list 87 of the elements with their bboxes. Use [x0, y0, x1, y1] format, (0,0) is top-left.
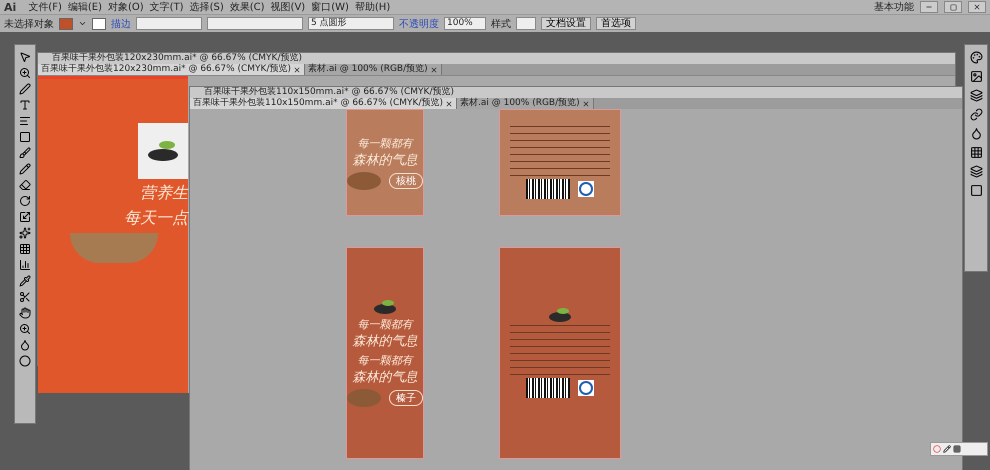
grid-icon[interactable]	[19, 243, 31, 255]
nut-logo-icon	[146, 140, 180, 162]
style-label: 样式	[491, 18, 511, 30]
droplet-icon[interactable]	[19, 339, 31, 351]
selection-status: 未选择对象	[4, 18, 54, 30]
selection-arrow-icon[interactable]	[19, 51, 31, 63]
brush-icon[interactable]	[19, 147, 31, 159]
pencil-icon[interactable]	[19, 163, 31, 175]
slogan-text: 每一颗都有	[358, 352, 412, 368]
menu-item[interactable]: 视图(V)	[270, 0, 306, 14]
sparkle-icon[interactable]	[19, 227, 31, 239]
product-name: 核桃	[389, 172, 423, 188]
caret-icon[interactable]	[78, 19, 87, 28]
close-icon[interactable]	[582, 100, 590, 108]
barcode-icon	[526, 378, 570, 398]
palette-icon[interactable]	[970, 51, 982, 64]
stroke-link[interactable]: 描边	[111, 16, 131, 30]
menu-item[interactable]: 文字(T)	[150, 0, 184, 14]
menu-item[interactable]: 帮助(H)	[354, 0, 390, 14]
grid-icon[interactable]	[953, 445, 961, 453]
workspace-switcher[interactable]: 基本功能	[874, 0, 914, 14]
brush-field[interactable]: 5 点圆形	[308, 17, 394, 30]
menu-item[interactable]: 窗口(W)	[311, 0, 349, 14]
grid-icon[interactable]	[970, 146, 982, 159]
lines-icon[interactable]	[19, 115, 31, 127]
image-icon[interactable]	[970, 70, 982, 83]
certification-mark-icon	[578, 380, 594, 396]
rotate-icon[interactable]	[19, 195, 31, 207]
menu-item[interactable]: 效果(C)	[230, 0, 265, 14]
document-tab[interactable]: 百果味干果外包装110x150mm.ai* @ 66.67% (CMYK/预览)	[190, 98, 457, 109]
close-icon[interactable]	[293, 66, 301, 74]
nut-photo-placeholder	[347, 172, 381, 190]
slogan-text: 森林的气息	[352, 152, 418, 168]
slogan-text: 营养生	[140, 183, 188, 204]
slogan-text: 每一颗都有	[358, 136, 412, 150]
magnifier-icon[interactable]	[19, 67, 31, 79]
link-icon[interactable]	[970, 108, 982, 121]
document-title: 百果味干果外包装110x150mm.ai* @ 66.67% (CMYK/预览)	[190, 87, 962, 98]
slogan-text: 每一颗都有	[358, 316, 412, 332]
opacity-field[interactable]: 100%	[444, 17, 486, 30]
pen-icon[interactable]	[19, 83, 31, 95]
document-tab[interactable]: 素材.ai @ 100% (RGB/预览)	[457, 98, 594, 109]
zoom-icon[interactable]	[19, 323, 31, 335]
document-tab[interactable]: 百果味干果外包装120x230mm.ai* @ 66.67% (CMYK/预览)	[38, 64, 305, 75]
type-icon[interactable]	[19, 99, 31, 111]
eraser-icon[interactable]	[19, 179, 31, 191]
fill-swatch[interactable]	[59, 18, 73, 30]
rectangle-icon[interactable]	[19, 131, 31, 143]
style-field[interactable]	[516, 17, 536, 30]
scissors-icon[interactable]	[19, 291, 31, 303]
product-name: 榛子	[389, 390, 423, 406]
stack-icon[interactable]	[970, 165, 982, 178]
stroke-swatch[interactable]	[92, 18, 106, 30]
bar-chart-icon[interactable]	[19, 259, 31, 271]
maximize-icon	[950, 4, 956, 10]
certification-mark-icon	[578, 181, 594, 197]
maximize-button[interactable]	[944, 1, 962, 13]
menu-item[interactable]: 编辑(E)	[68, 0, 102, 14]
stroke-weight-field[interactable]	[136, 17, 202, 30]
close-button[interactable]	[968, 1, 986, 13]
close-icon	[973, 3, 981, 11]
pencil-icon[interactable]	[943, 445, 951, 453]
toolbar-button[interactable]: 文档设置	[541, 17, 591, 30]
menu-item[interactable]: 选择(S)	[190, 0, 224, 14]
scale-icon[interactable]	[19, 211, 31, 223]
opacity-link[interactable]: 不透明度	[399, 16, 439, 30]
document-tab[interactable]: 素材.ai @ 100% (RGB/预览)	[305, 64, 442, 75]
close-icon[interactable]	[430, 66, 438, 74]
app-logo: Ai	[4, 0, 16, 14]
droplet-icon[interactable]	[970, 127, 982, 140]
barcode-icon	[526, 179, 570, 199]
minimize-button[interactable]	[920, 1, 938, 13]
menu-item[interactable]: 对象(O)	[108, 0, 144, 14]
square-icon[interactable]	[970, 184, 982, 197]
menu-item[interactable]: 文件(F)	[28, 0, 62, 14]
circle-icon[interactable]	[19, 355, 31, 367]
toolbar-button[interactable]: 首选项	[596, 17, 636, 30]
nut-photo-placeholder	[347, 388, 381, 406]
variable-width-field[interactable]	[207, 17, 303, 30]
close-icon[interactable]	[445, 100, 453, 108]
slogan-text: 森林的气息	[352, 368, 418, 386]
hand-icon[interactable]	[19, 307, 31, 319]
eyedropper-icon[interactable]	[19, 275, 31, 287]
layers-icon[interactable]	[970, 89, 982, 102]
document-title: 百果味干果外包装120x230mm.ai* @ 66.67% (CMYK/预览)	[38, 53, 955, 64]
slogan-text: 每天一点	[124, 208, 188, 229]
slogan-text: 森林的气息	[352, 332, 418, 350]
